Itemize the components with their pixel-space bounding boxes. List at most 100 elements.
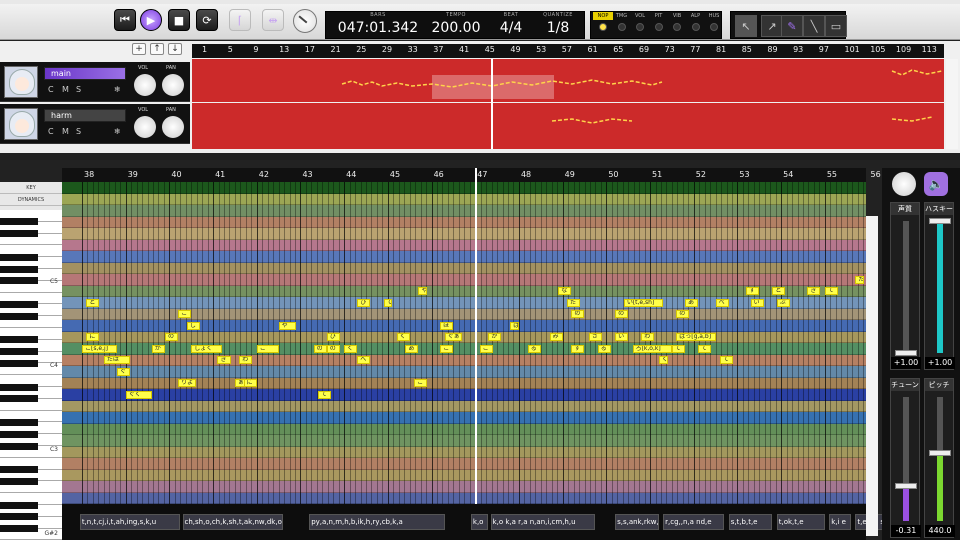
param-vib[interactable]: VIB — [667, 12, 687, 31]
note[interactable]: の — [615, 310, 629, 318]
note[interactable]: ひ — [326, 333, 340, 341]
note[interactable]: の — [165, 333, 179, 341]
track-button-c[interactable]: C — [48, 85, 62, 94]
param-vol[interactable]: VOL — [630, 12, 650, 31]
fader-1[interactable]: ハスキー +1.00 — [924, 202, 955, 370]
black-key[interactable] — [0, 359, 38, 367]
line-icon[interactable]: ╲ — [803, 15, 825, 37]
note[interactable]: の — [676, 310, 690, 318]
skip-back-icon[interactable]: ⏮ — [114, 9, 136, 31]
param-alp[interactable]: ALP — [686, 12, 706, 31]
note[interactable]: に — [243, 379, 257, 387]
select-pointer-icon[interactable]: ↗ — [761, 15, 783, 37]
quantize-value[interactable]: 1/8 — [532, 19, 584, 38]
note[interactable]: き — [807, 287, 821, 295]
vol-knob[interactable] — [134, 116, 156, 138]
note[interactable]: の — [326, 344, 340, 353]
note[interactable]: こ — [414, 379, 428, 387]
black-key[interactable] — [0, 430, 38, 438]
phoneme-block[interactable]: k,o k,a r,a n,an,i,cm,h,u — [490, 514, 596, 530]
black-key[interactable] — [0, 253, 38, 261]
track-button-m[interactable]: M — [62, 85, 76, 94]
track-name[interactable]: harm — [44, 109, 126, 122]
black-key[interactable] — [0, 336, 38, 344]
phoneme-block[interactable]: py,a,n,m,h,b,ik,h,ry,cb,k,a — [309, 514, 445, 530]
black-key[interactable] — [0, 442, 38, 450]
track-button-s[interactable]: S — [76, 85, 90, 94]
black-key[interactable] — [0, 348, 38, 356]
note[interactable]: て — [719, 356, 734, 364]
timeline-vscroll[interactable] — [946, 59, 958, 149]
snowflake-icon[interactable]: ❄ — [114, 85, 128, 94]
note[interactable]: わ — [641, 333, 655, 341]
note[interactable]: こ — [479, 344, 493, 353]
note[interactable]: る — [527, 344, 541, 353]
note[interactable]: あ — [685, 298, 699, 307]
black-key[interactable] — [0, 218, 38, 226]
note[interactable]: ぐ — [116, 367, 131, 376]
note[interactable]: て — [698, 344, 712, 353]
note[interactable]: か — [488, 333, 502, 341]
stop-icon[interactable]: ■ — [168, 9, 190, 31]
snowflake-icon[interactable]: ❄ — [114, 127, 128, 136]
track-main[interactable]: main C M S ❄ VOL PAN — [0, 62, 190, 102]
note[interactable]: た — [567, 298, 581, 307]
move-down-icon[interactable]: ↓ — [168, 43, 182, 55]
fader-handle[interactable] — [895, 350, 917, 356]
note[interactable]: と — [86, 298, 100, 307]
metronome-dial-icon[interactable] — [293, 9, 317, 33]
pan-knob[interactable] — [162, 116, 184, 138]
note[interactable]: へ — [357, 356, 371, 364]
note[interactable]: の — [313, 344, 327, 353]
note[interactable]: と — [772, 287, 786, 295]
phoneme-block[interactable]: t,n,t,cj,i,t,ah,ing,s,k,u — [79, 514, 181, 530]
note[interactable]: い — [615, 333, 629, 341]
note[interactable]: て — [671, 344, 685, 353]
voice-reset-icon[interactable] — [892, 172, 916, 196]
bars-value[interactable]: 047:01.342 — [334, 19, 422, 38]
phoneme-lane[interactable]: t,n,t,cj,i,t,ah,ing,s,k,u ch,sh,o,ch,k,sh… — [62, 504, 900, 540]
timeline-ruler[interactable]: 1 5 9 13 17 21 25 29 33 37 41 45 49 53 57 61 65 69 73 77 81 8… — [192, 44, 944, 58]
pointer-icon[interactable]: ↖ — [735, 15, 757, 37]
fader-handle[interactable] — [929, 449, 951, 456]
note[interactable]: ぱっ[g,a,b] — [676, 333, 716, 341]
note[interactable]: し — [186, 321, 200, 330]
note[interactable]: ろ[k,o,k] — [632, 344, 672, 353]
phoneme-block[interactable]: t,ok,t,e — [776, 514, 825, 530]
black-key[interactable] — [0, 466, 38, 474]
black-key[interactable] — [0, 383, 38, 391]
fader-handle[interactable] — [929, 218, 951, 224]
track-name[interactable]: main — [44, 67, 126, 80]
black-key[interactable] — [0, 418, 38, 426]
note[interactable]: い[t,e,sh] — [623, 298, 664, 307]
note[interactable]: く — [658, 356, 668, 364]
piano-keyboard[interactable]: C5 C4 C3 G#2 — [0, 210, 62, 540]
note[interactable]: りよ — [178, 379, 196, 387]
note[interactable]: て — [824, 287, 838, 295]
phoneme-block[interactable]: k,i e — [829, 514, 852, 530]
track-button-c[interactable]: C — [48, 127, 62, 136]
fader-0[interactable]: 声質 +1.00 — [890, 202, 921, 370]
black-key[interactable] — [0, 477, 38, 485]
note[interactable]: ぐぁ — [444, 333, 463, 341]
note[interactable]: な — [558, 287, 572, 295]
fader-3[interactable]: ピッチ 440.0 — [924, 378, 955, 538]
split-icon[interactable]: ⇹ — [262, 9, 284, 31]
phoneme-block[interactable]: k,o — [470, 514, 489, 530]
phoneme-block[interactable]: ch,sh,o,ch,k,sh,t,ak,nw,dk,o — [182, 514, 283, 530]
tempo-value[interactable]: 200.00 — [422, 19, 490, 38]
param-hus[interactable]: HUS — [704, 12, 724, 31]
note[interactable]: に — [86, 333, 100, 341]
move-up-icon[interactable]: ↑ — [150, 43, 164, 55]
param-tmg[interactable]: TMG — [612, 12, 632, 31]
roll-vscroll[interactable] — [866, 216, 878, 536]
add-track-icon[interactable]: + — [132, 43, 146, 55]
note[interactable]: て — [383, 298, 393, 307]
track-button-m[interactable]: M — [62, 127, 76, 136]
note[interactable]: こ — [256, 344, 279, 353]
fader-2[interactable]: チューン -0.31 — [890, 378, 921, 538]
note[interactable]: ぱ — [510, 321, 519, 330]
punch-in-icon[interactable]: ⌈ — [229, 9, 251, 31]
black-key[interactable] — [0, 277, 38, 285]
note[interactable]: たは — [103, 356, 131, 364]
